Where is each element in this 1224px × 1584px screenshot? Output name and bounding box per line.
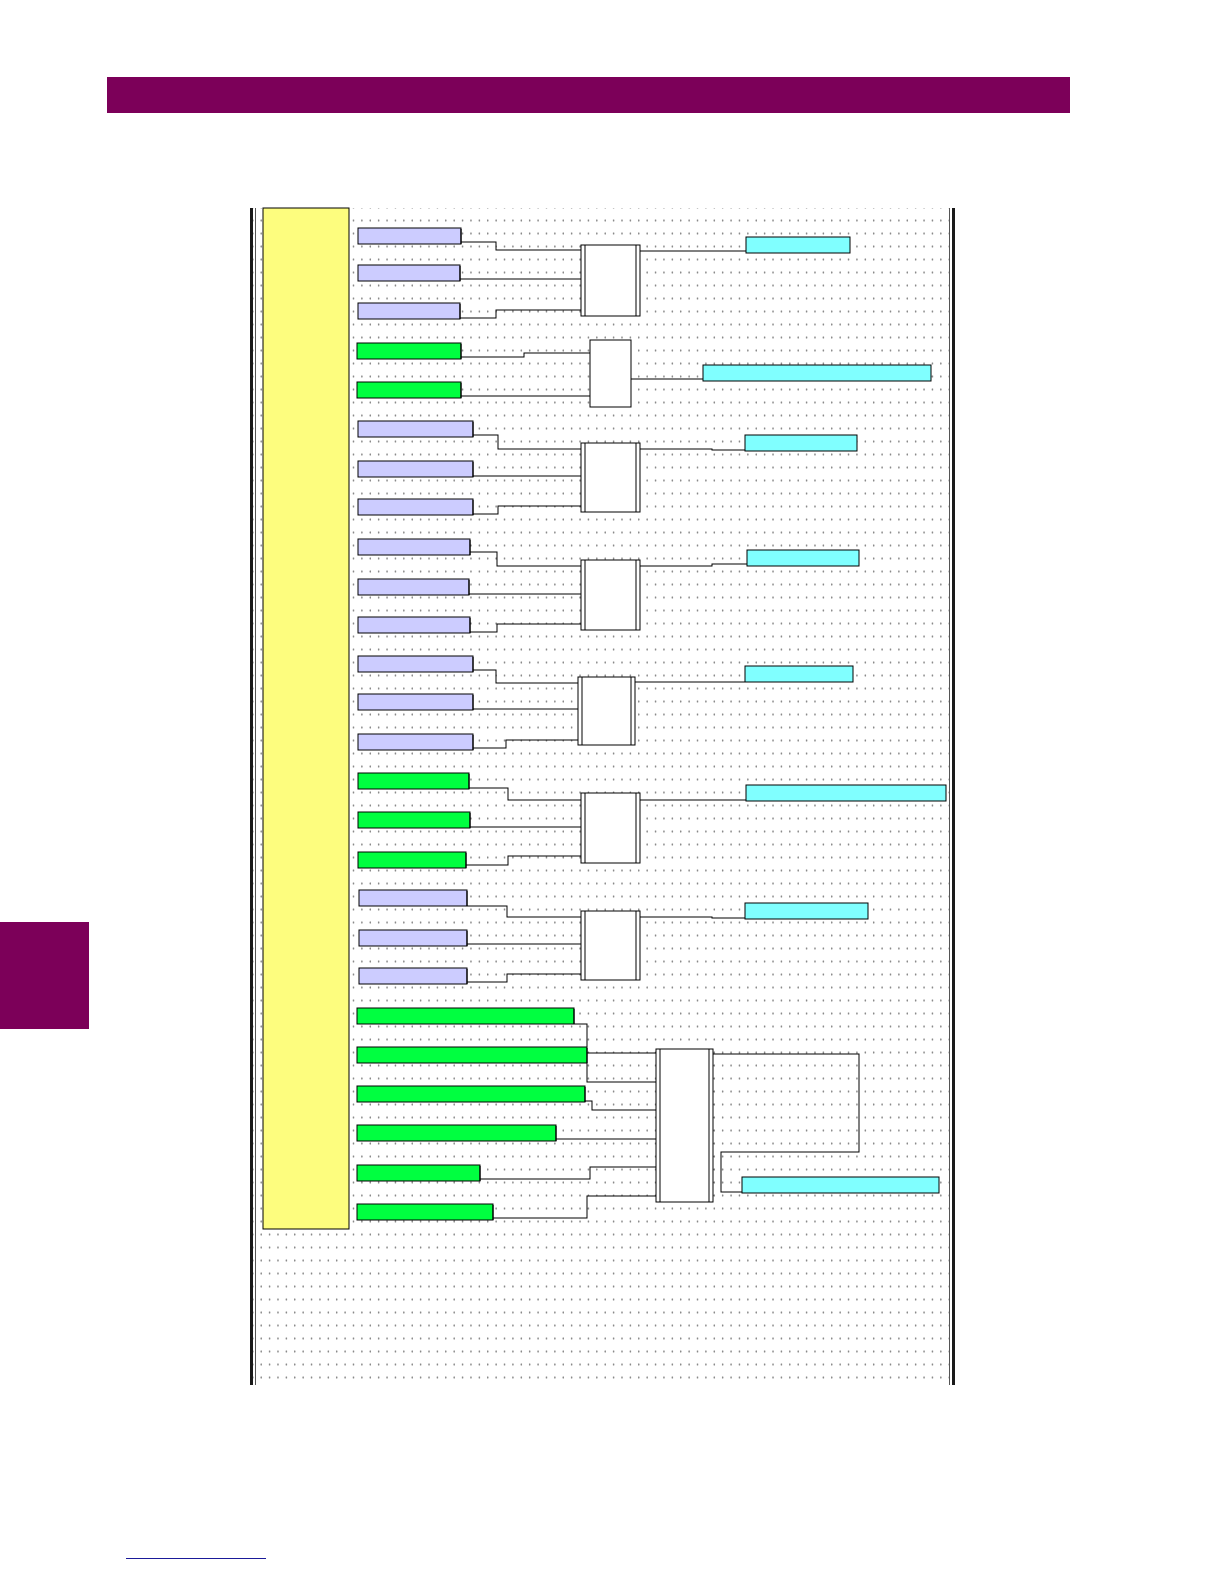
input-operand-7-2 [358, 929, 468, 947]
virtual-output-wide-6 [745, 784, 947, 802]
input-operand-5-3 [357, 733, 474, 751]
operand-palette-column [262, 207, 350, 1230]
timer-operand-8-2 [356, 1046, 588, 1064]
virtual-output-5 [744, 665, 854, 683]
virtual-output-1 [745, 236, 851, 254]
input-operand-1-3 [357, 302, 461, 320]
input-operand-1-1 [357, 227, 462, 245]
gate-5 [577, 676, 636, 746]
timer-operand-2-1 [356, 342, 462, 360]
flexlogic-diagram [262, 207, 947, 1230]
input-operand-7-3 [358, 967, 468, 985]
timer-operand-8-3 [356, 1085, 586, 1103]
gate-1 [580, 244, 641, 317]
gate-4 [580, 559, 641, 631]
virtual-output-wide-2 [702, 364, 932, 382]
timer-operand-6-1 [357, 772, 470, 790]
operand-blocks [356, 227, 588, 1221]
gate-3 [580, 442, 641, 513]
virtual-output-blocks [702, 236, 947, 1194]
timer-operand-6-2 [357, 811, 471, 829]
timer-operand-8-6 [356, 1203, 494, 1221]
input-operand-4-1 [357, 538, 471, 556]
timer-operand-6-3 [357, 851, 467, 869]
timer-operand-8-1 [356, 1007, 575, 1025]
input-operand-5-2 [357, 693, 474, 711]
gate-6 [580, 792, 641, 864]
timer-operand-2-2 [356, 381, 462, 399]
input-operand-7-1 [358, 889, 468, 907]
gate-2 [589, 339, 632, 408]
virtual-output-4 [746, 549, 860, 567]
timer-operand-8-5 [356, 1164, 481, 1182]
timer-operand-8-4 [356, 1124, 557, 1142]
input-operand-4-3 [357, 616, 471, 634]
input-operand-1-2 [357, 264, 461, 282]
virtual-output-wide-8 [741, 1176, 940, 1194]
gate-8 [655, 1048, 714, 1203]
input-operand-3-1 [357, 420, 474, 438]
gate-7 [580, 910, 641, 981]
logic-gates [577, 244, 714, 1203]
virtual-output-7 [744, 902, 869, 920]
input-operand-5-1 [357, 655, 474, 673]
input-operand-3-3 [357, 498, 474, 516]
virtual-output-3 [744, 434, 858, 452]
input-operand-4-2 [357, 578, 470, 596]
input-operand-3-2 [357, 460, 474, 478]
